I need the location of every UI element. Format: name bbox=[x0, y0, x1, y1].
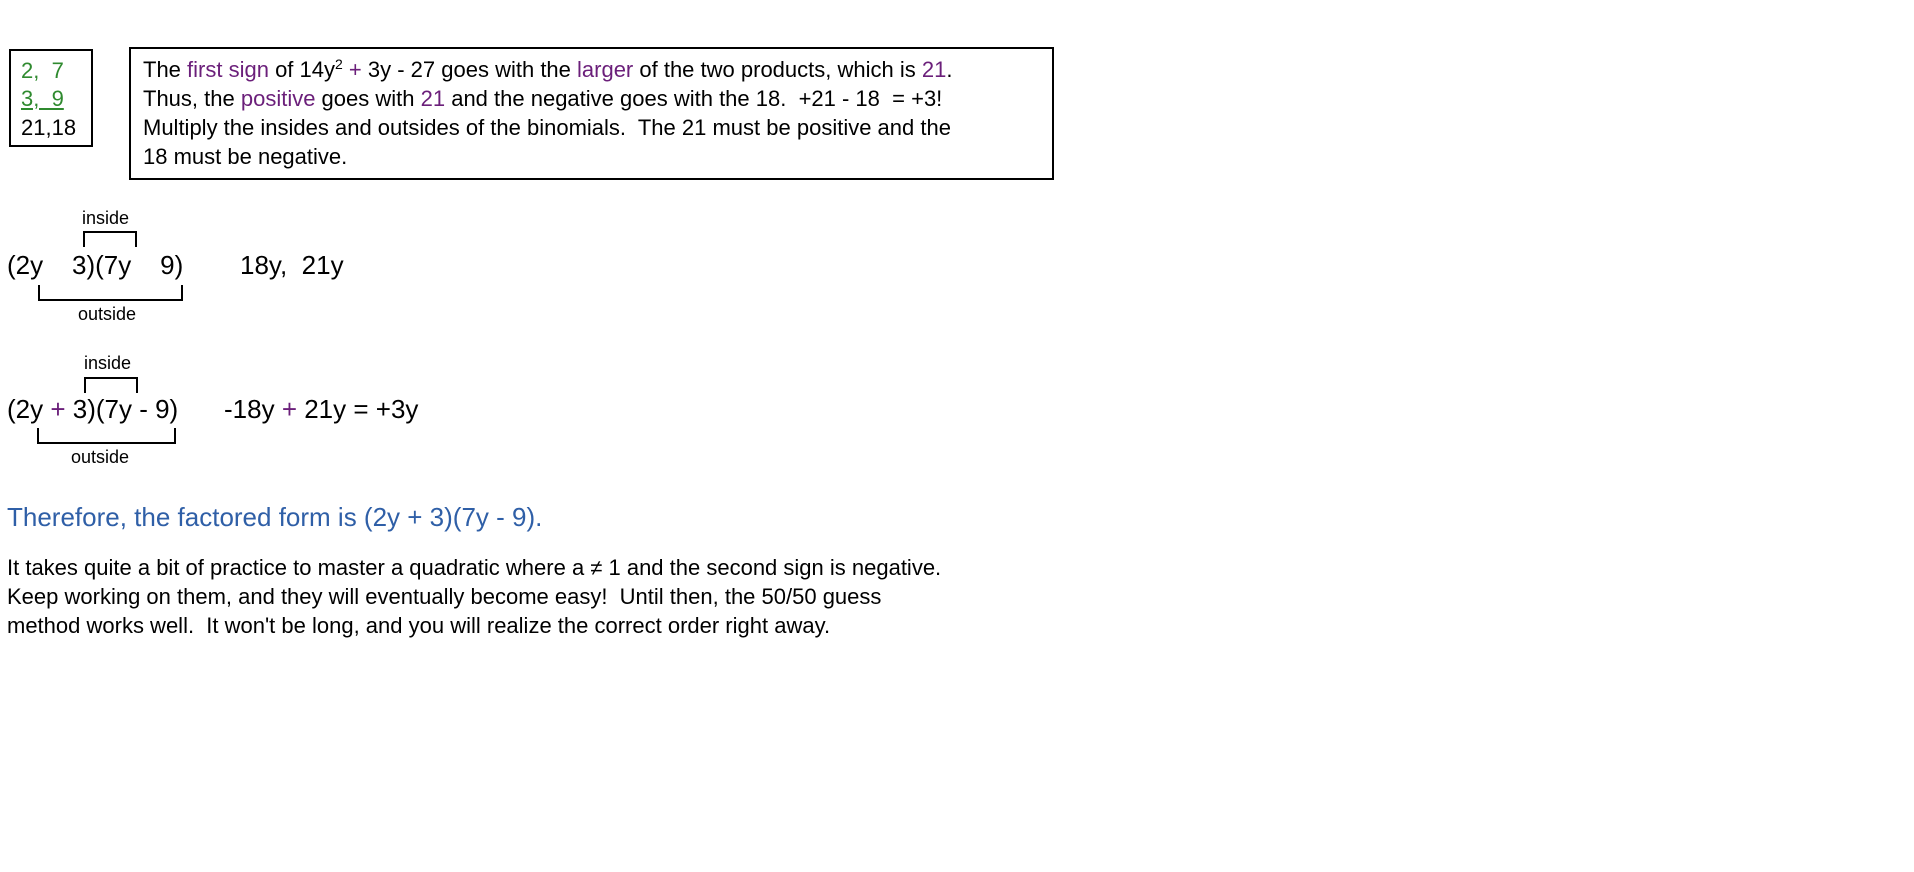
text-segment: -18y bbox=[224, 394, 282, 424]
plus-sign-highlight: + bbox=[348, 57, 362, 82]
conclusion-text: Therefore, the factored form is (2y + 3)… bbox=[7, 502, 543, 532]
value-21-highlight: 21 bbox=[420, 86, 446, 111]
first-sign-highlight: first sign bbox=[187, 57, 269, 82]
factor-pair-row-1: 2, 7 bbox=[21, 58, 64, 83]
outside-bracket bbox=[37, 428, 176, 444]
inside-bracket bbox=[84, 377, 138, 393]
binomial-expression: (2y 3)(7y 9) bbox=[7, 250, 184, 280]
products-expression: 18y, 21y bbox=[240, 250, 344, 280]
text-segment: 21y = +3y bbox=[297, 394, 419, 424]
factor-pair-row-2: 3, 9 bbox=[21, 86, 64, 111]
outside-bracket bbox=[38, 285, 183, 301]
text-segment: Thus, the bbox=[143, 86, 241, 111]
outside-label: outside bbox=[78, 304, 137, 324]
plus-sign-highlight: + bbox=[281, 394, 297, 424]
paragraph-line-2: Keep working on them, and they will even… bbox=[7, 584, 882, 609]
sum-expression: -18y + 21y = +3y bbox=[224, 394, 418, 424]
factored-binomial-expression: (2y + 3)(7y - 9) bbox=[7, 394, 178, 424]
text-segment: (2y bbox=[7, 394, 51, 424]
text-segment: and the negative goes with the 18. +21 -… bbox=[445, 86, 943, 111]
explanation-line-2: Thus, the positive goes with 21 and the … bbox=[143, 85, 942, 113]
paragraph-line-1: It takes quite a bit of practice to mast… bbox=[7, 555, 942, 580]
explanation-line-3: Multiply the insides and outsides of the… bbox=[143, 115, 951, 140]
text-segment: of the two products, which is bbox=[633, 57, 922, 82]
inside-label: inside bbox=[82, 208, 130, 228]
outside-label: outside bbox=[71, 447, 130, 467]
exponent: 2 bbox=[335, 56, 343, 72]
text-segment: The bbox=[143, 57, 188, 82]
text-segment: 3y - 27 goes with the bbox=[361, 57, 578, 82]
text-segment: 3)(7y - 9) bbox=[65, 394, 179, 424]
text-segment: goes with bbox=[315, 86, 421, 111]
larger-highlight: larger bbox=[577, 57, 634, 82]
value-21-highlight: 21 bbox=[921, 57, 947, 82]
inside-bracket bbox=[83, 231, 137, 247]
inside-label: inside bbox=[84, 353, 132, 373]
positive-highlight: positive bbox=[240, 86, 316, 111]
products-row: 21,18 bbox=[21, 115, 77, 140]
text-segment: . bbox=[946, 57, 953, 82]
text-segment: of 14y bbox=[268, 57, 335, 82]
explanation-box: The first sign of 14y2 + 3y - 27 goes wi… bbox=[129, 47, 1054, 180]
factor-pairs-box: 2, 7 3, 9 21,18 bbox=[9, 49, 93, 147]
plus-sign-highlight: + bbox=[50, 394, 66, 424]
explanation-line-4: 18 must be negative. bbox=[143, 144, 348, 169]
explanation-line-1: The first sign of 14y2 + 3y - 27 goes wi… bbox=[143, 56, 952, 84]
paragraph-line-3: method works well. It won't be long, and… bbox=[7, 613, 831, 638]
